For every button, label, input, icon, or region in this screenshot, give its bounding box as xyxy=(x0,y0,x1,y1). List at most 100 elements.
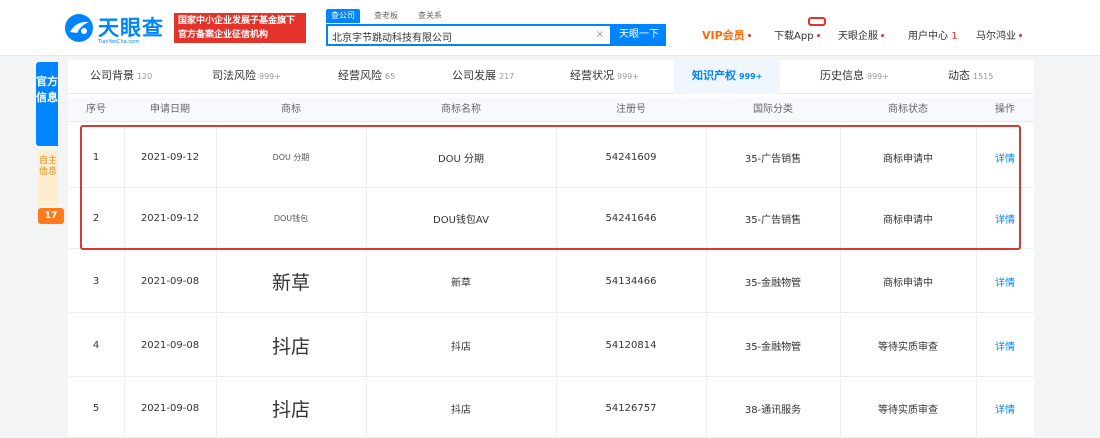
detail-link[interactable]: 详情 xyxy=(976,126,1034,188)
column-divider xyxy=(216,250,217,313)
tab-count: 999+ xyxy=(259,72,281,81)
vip-label: VIP会员 xyxy=(702,29,745,42)
column-divider xyxy=(124,187,125,249)
column-divider xyxy=(706,250,707,313)
sidebar-tab-self-info[interactable]: 自主信息 xyxy=(38,150,58,206)
cell-intl-class: 38-通讯服务 xyxy=(744,404,802,416)
search-tab-boss[interactable]: 查老板 xyxy=(374,9,398,23)
tab-dynamics[interactable]: 动态 1515 xyxy=(948,60,993,94)
column-divider xyxy=(216,378,217,438)
table-row: 1 2021-09-12 DOU 分期 DOU 分期 54241609 35-广告销售 商标… xyxy=(68,126,1034,188)
trademark-table-header: 序号 申请日期 商标 商标名称 注册号 国际分类 商标状态 操作 xyxy=(68,98,1034,122)
cell-status: 商标申请中 xyxy=(883,214,933,226)
cell-trademark-logo: 新草 xyxy=(271,272,310,294)
cell-status: 商标申请中 xyxy=(883,278,933,289)
column-divider xyxy=(124,250,125,313)
tab-business-status[interactable]: 经营状况 999+ xyxy=(570,60,639,94)
cell-reg-no: 54241609 xyxy=(605,151,657,163)
cell-reg-no: 54134466 xyxy=(605,276,657,287)
th-intl-class: 国际分类 xyxy=(753,104,793,115)
detail-link[interactable]: 详情 xyxy=(976,378,1034,438)
tab-count: 65 xyxy=(385,72,396,81)
cell-status: 商标申请中 xyxy=(883,153,933,165)
cell-trademark-name: 新草 xyxy=(451,278,471,289)
cell-intl-class: 35-广告销售 xyxy=(744,153,802,165)
cell-intl-class: 35-广告销售 xyxy=(744,214,802,226)
detail-link[interactable]: 详情 xyxy=(976,314,1034,377)
column-divider xyxy=(216,314,217,377)
cell-index: 4 xyxy=(92,340,100,351)
user-name-label: 马尔鸿业 xyxy=(976,31,1016,42)
cell-trademark-logo: DOU 分期 xyxy=(272,152,310,162)
search-button[interactable]: 天眼一下 xyxy=(612,24,666,46)
tab-count: 999+ xyxy=(739,72,763,81)
tab-count: 120 xyxy=(137,72,153,81)
tab-company-development[interactable]: 公司发展 217 xyxy=(452,60,514,94)
self-info-count-badge: 17 xyxy=(38,208,64,224)
tab-label: 公司背景 xyxy=(90,69,134,82)
column-divider xyxy=(840,126,841,188)
enterprise-service-label: 天眼企服 xyxy=(838,31,878,42)
cell-apply-date: 2021-09-12 xyxy=(140,212,200,224)
vip-member-link[interactable]: VIP会员 xyxy=(702,27,751,43)
column-divider xyxy=(706,378,707,438)
th-trademark: 商标 xyxy=(281,104,301,115)
tianyancha-logo[interactable]: 天眼查 TianYanCha.com xyxy=(64,12,174,46)
search-tab-relation[interactable]: 查关系 xyxy=(418,9,442,23)
top-header: 天眼查 TianYanCha.com 国家中小企业发展子基金旗下 官方备案企业征… xyxy=(0,0,1100,56)
user-center-link[interactable]: 用户中心 1 xyxy=(908,27,958,43)
tab-label: 司法风险 xyxy=(212,69,256,82)
download-app-link[interactable]: 下载App xyxy=(774,27,820,43)
search-input[interactable] xyxy=(332,28,592,44)
th-reg-no: 注册号 xyxy=(616,104,646,115)
user-center-count: 1 xyxy=(951,31,958,42)
table-row: 4 2021-09-08 抖店 抖店 54120814 35-金融物管 等待实质审查 详情 xyxy=(68,314,1034,377)
detail-link[interactable]: 详情 xyxy=(976,250,1034,313)
certification-banner[interactable]: 国家中小企业发展子基金旗下 官方备案企业征信机构 xyxy=(174,13,306,43)
cell-index: 3 xyxy=(92,276,100,287)
cell-reg-no: 54126757 xyxy=(605,402,657,414)
table-row: 5 2021-09-08 抖店 抖店 54126757 38-通讯服务 等待实质审查 详情 xyxy=(68,378,1034,438)
th-apply-date: 申请日期 xyxy=(150,104,190,115)
sidebar-tab-official[interactable]: 官方信息 xyxy=(36,62,58,146)
cell-index: 1 xyxy=(92,151,100,163)
tab-company-background[interactable]: 公司背景 120 xyxy=(90,60,152,94)
column-divider xyxy=(840,187,841,249)
tab-label: 公司发展 xyxy=(452,69,496,82)
tab-history[interactable]: 历史信息 999+ xyxy=(820,60,889,94)
tab-label: 知识产权 xyxy=(692,69,736,82)
tab-intellectual-property[interactable]: 知识产权 999+ xyxy=(674,60,781,94)
column-divider xyxy=(216,126,217,188)
tab-operation-risk[interactable]: 经营风险 65 xyxy=(338,60,395,94)
tab-label: 经营状况 xyxy=(570,69,614,82)
table-row: 3 2021-09-08 新草 新草 54134466 35-金融物管 商标申请中 详情 xyxy=(68,250,1034,313)
enterprise-service-link[interactable]: 天眼企服 xyxy=(838,27,884,43)
tab-count: 217 xyxy=(499,72,515,81)
logo-subtext: TianYanCha.com xyxy=(98,39,140,45)
column-divider xyxy=(976,187,977,249)
user-name-menu[interactable]: 马尔鸿业 xyxy=(976,27,1022,43)
column-divider xyxy=(706,314,707,377)
column-divider xyxy=(124,126,125,188)
new-badge-icon xyxy=(808,17,826,26)
clear-icon[interactable]: × xyxy=(596,29,604,40)
detail-link[interactable]: 详情 xyxy=(976,187,1034,249)
banner-line2: 官方备案企业征信机构 xyxy=(178,30,269,40)
tab-label: 历史信息 xyxy=(820,69,864,82)
tab-label: 经营风险 xyxy=(338,69,382,82)
tab-judicial-risk[interactable]: 司法风险 999+ xyxy=(212,60,281,94)
tab-count: 999+ xyxy=(867,72,889,81)
column-divider xyxy=(840,314,841,377)
column-divider xyxy=(366,126,367,188)
th-status: 商标状态 xyxy=(888,104,928,115)
search-tab-company[interactable]: 查公司 xyxy=(326,9,360,23)
column-divider xyxy=(366,187,367,249)
dropdown-dot-icon xyxy=(881,34,884,37)
column-divider xyxy=(556,378,557,438)
cell-trademark-name: DOU 分期 xyxy=(437,153,485,165)
column-divider xyxy=(556,187,557,249)
column-divider xyxy=(556,126,557,188)
column-divider xyxy=(976,126,977,188)
cell-status: 等待实质审查 xyxy=(878,342,938,353)
column-divider xyxy=(556,314,557,377)
